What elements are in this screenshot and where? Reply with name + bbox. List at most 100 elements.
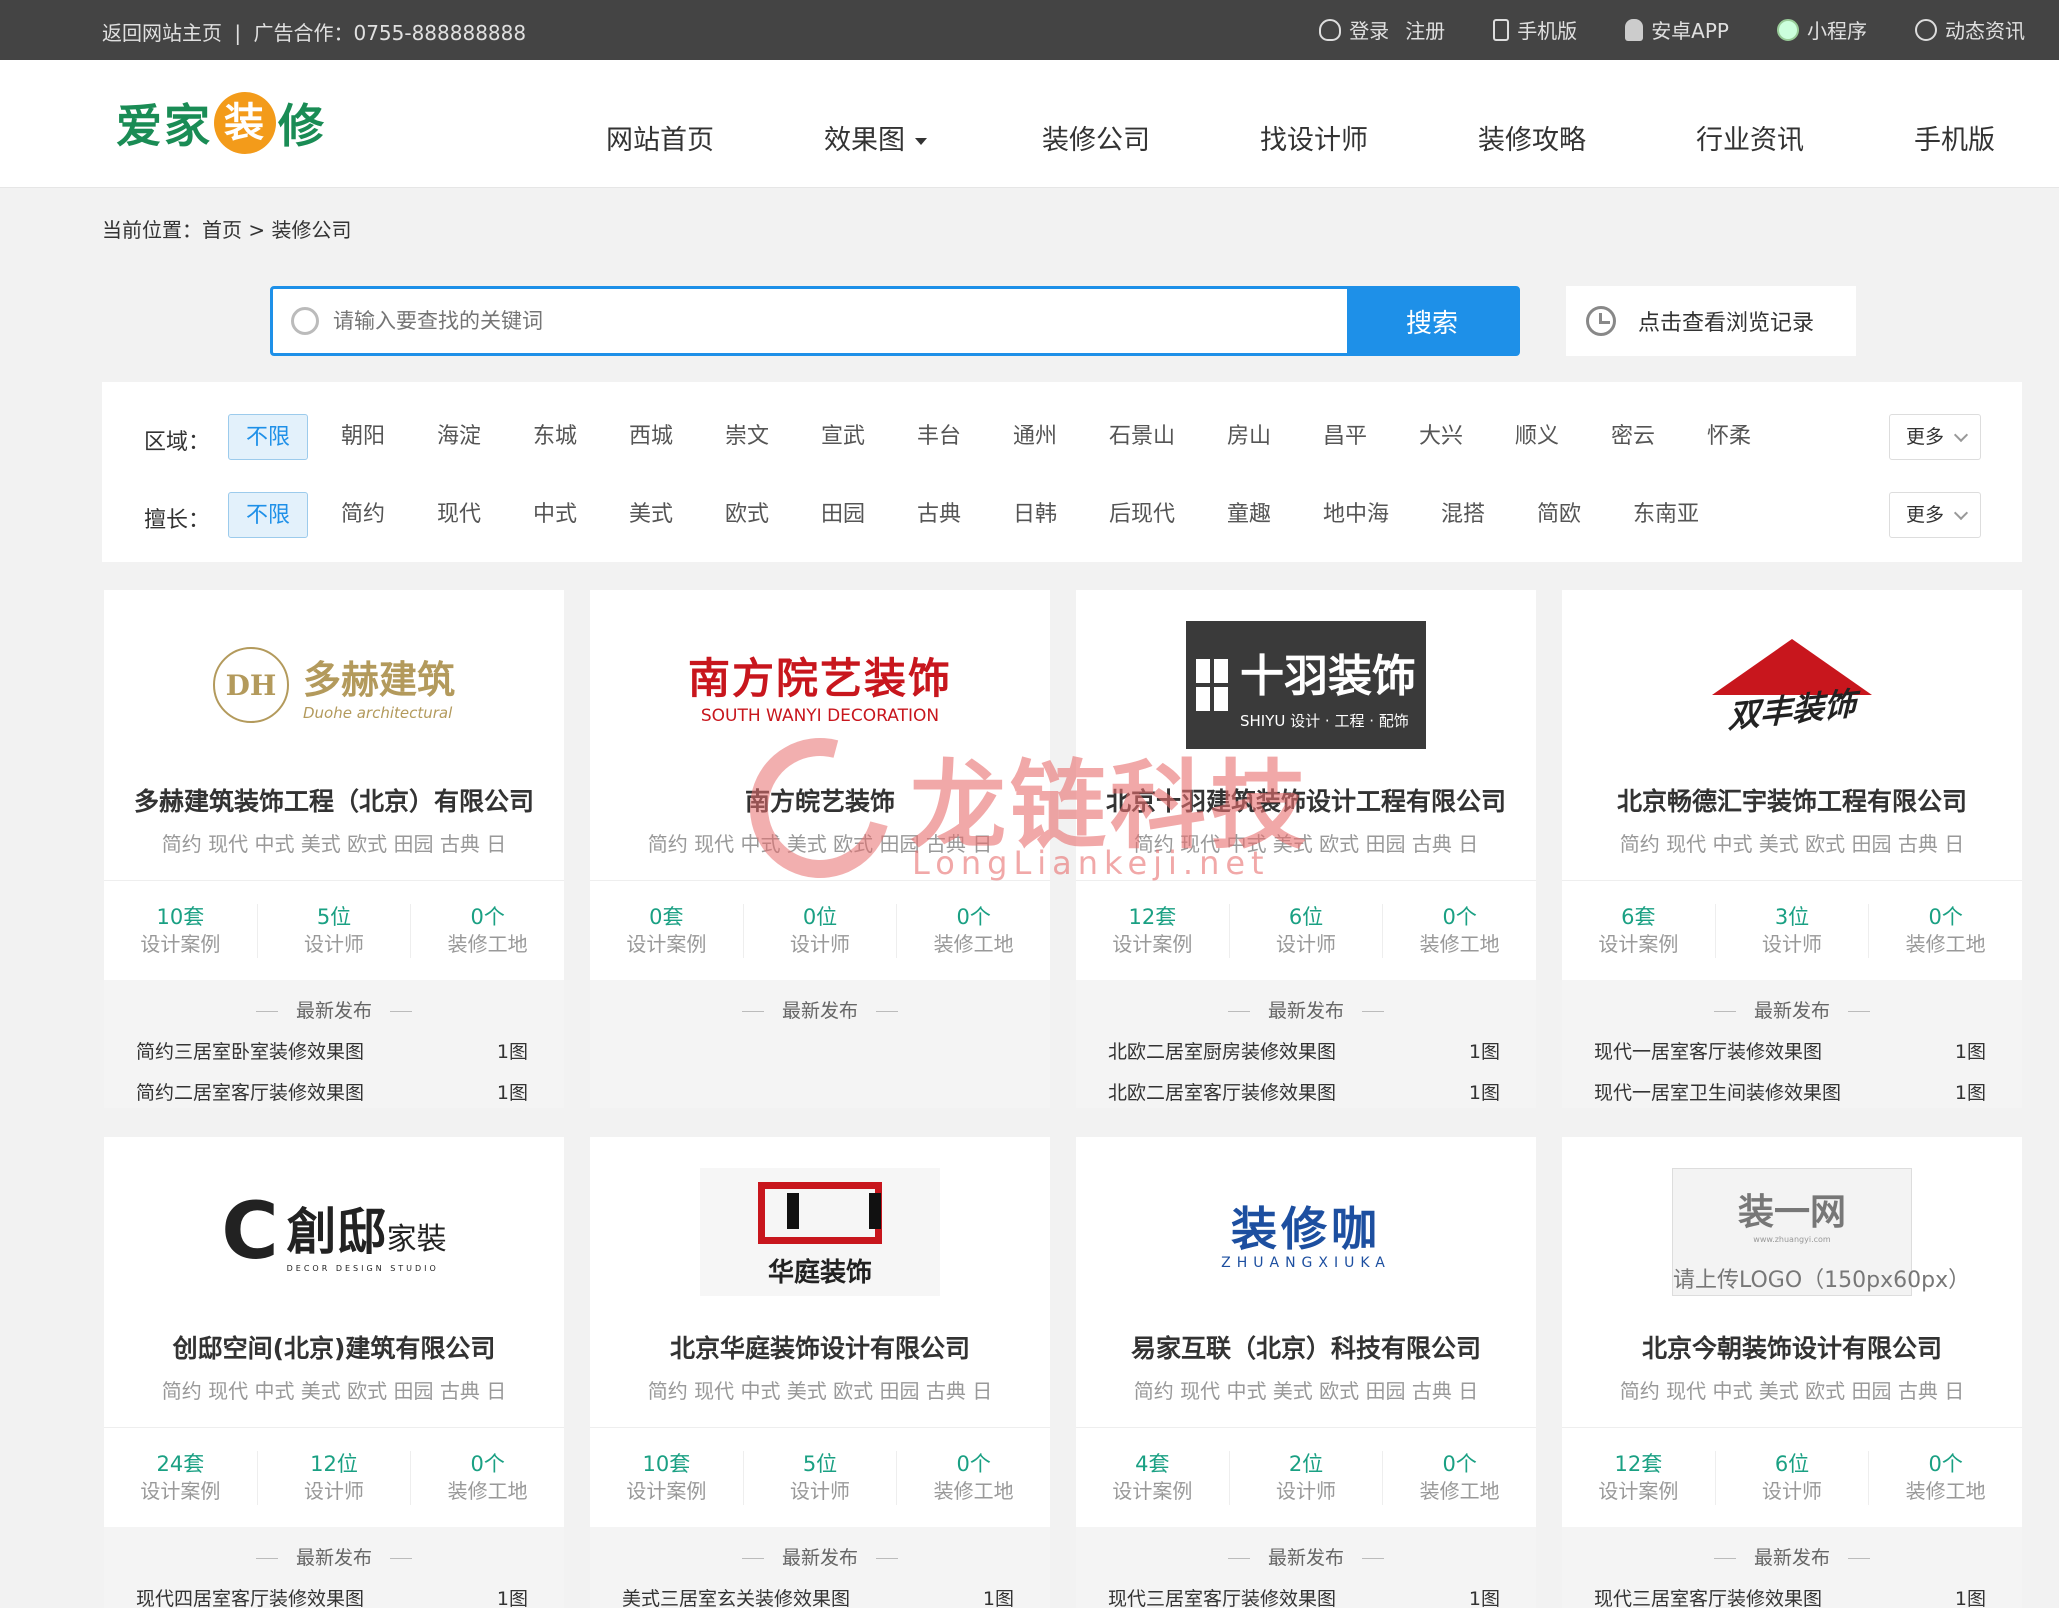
stat-cases[interactable]: 10套 设计案例 (590, 1451, 744, 1505)
region-option[interactable]: 石景山 (1109, 414, 1175, 460)
latest-item[interactable]: 简约三居室卧室装修效果图 1图 (104, 1037, 564, 1064)
specialty-option[interactable]: 混搭 (1441, 492, 1485, 538)
stat-cases[interactable]: 4套 设计案例 (1076, 1451, 1230, 1505)
company-card[interactable]: 十羽装饰 SHIYU 设计 · 工程 · 配饰 北京十羽建筑装饰设计工程有限公司… (1076, 590, 1536, 1108)
region-option[interactable]: 通州 (1013, 414, 1057, 460)
company-name[interactable]: 多赫建筑装饰工程（北京）有限公司 (104, 782, 564, 818)
region-option[interactable]: 丰台 (917, 414, 961, 460)
android-link[interactable]: 安卓APP (1625, 15, 1729, 44)
latest-item[interactable]: 北欧二居室厨房装修效果图 1图 (1076, 1037, 1536, 1064)
region-option[interactable]: 崇文 (725, 414, 769, 460)
company-name[interactable]: 北京十羽建筑装饰设计工程有限公司 (1076, 782, 1536, 818)
latest-item[interactable]: 现代四居室客厅装修效果图 1图 (104, 1584, 564, 1608)
company-card[interactable]: C 創邸家裝 DECOR DESIGN STUDIO 创邸空间(北京)建筑有限公… (104, 1137, 564, 1608)
specialty-option[interactable]: 中式 (533, 492, 577, 538)
company-name[interactable]: 南方皖艺装饰 (590, 782, 1050, 818)
stat-cases[interactable]: 6套 设计案例 (1562, 904, 1716, 958)
mobile-link[interactable]: 手机版 (1493, 15, 1577, 44)
nav-home[interactable]: 网站首页 (606, 118, 824, 157)
region-option[interactable]: 房山 (1227, 414, 1271, 460)
stat-sites[interactable]: 0个 装修工地 (897, 904, 1050, 958)
stat-cases[interactable]: 0套 设计案例 (590, 904, 744, 958)
miniprogram-link[interactable]: 小程序 (1777, 15, 1867, 44)
nav-mobile[interactable]: 手机版 (1914, 118, 1995, 157)
company-card[interactable]: 南方院艺装饰 SOUTH WANYI DECORATION 南方皖艺装饰 简约 … (590, 590, 1050, 1108)
latest-item[interactable]: 现代三居室客厅装修效果图 1图 (1562, 1584, 2022, 1608)
latest-item[interactable]: 美式三居室玄关装修效果图 1图 (590, 1584, 1050, 1608)
search-button[interactable]: 搜索 (1347, 289, 1517, 353)
breadcrumb-home[interactable]: 首页 (202, 218, 242, 242)
nav-industry-news[interactable]: 行业资讯 (1696, 118, 1914, 157)
company-logo[interactable]: 南方院艺装饰 SOUTH WANYI DECORATION (590, 620, 1050, 750)
stat-sites[interactable]: 0个 装修工地 (1383, 1451, 1536, 1505)
search-input[interactable] (333, 289, 1347, 353)
company-card[interactable]: DH 多赫建筑 Duohe architectural 多赫建筑装饰工程（北京）… (104, 590, 564, 1108)
stat-designers[interactable]: 6位 设计师 (1716, 1451, 1870, 1505)
company-card[interactable]: 华庭装饰 北京华庭装饰设计有限公司 简约 现代 中式 美式 欧式 田园 古典 日… (590, 1137, 1050, 1608)
company-logo[interactable]: 装一网 www.zhuangyi.com 请上传LOGO（150px60px） (1562, 1167, 2022, 1297)
stat-cases[interactable]: 12套 设计案例 (1076, 904, 1230, 958)
region-option[interactable]: 西城 (629, 414, 673, 460)
latest-item[interactable]: 现代一居室卫生间装修效果图 1图 (1562, 1078, 2022, 1105)
specialty-option[interactable]: 童趣 (1227, 492, 1271, 538)
region-option[interactable]: 怀柔 (1707, 414, 1751, 460)
region-option[interactable]: 海淀 (437, 414, 481, 460)
company-name[interactable]: 易家互联（北京）科技有限公司 (1076, 1329, 1536, 1365)
latest-item[interactable]: 北欧二居室客厅装修效果图 1图 (1076, 1078, 1536, 1105)
company-logo[interactable]: 十羽装饰 SHIYU 设计 · 工程 · 配饰 (1076, 620, 1536, 750)
region-option[interactable]: 昌平 (1323, 414, 1367, 460)
stat-designers[interactable]: 3位 设计师 (1716, 904, 1870, 958)
stat-designers[interactable]: 2位 设计师 (1230, 1451, 1384, 1505)
specialty-option[interactable]: 欧式 (725, 492, 769, 538)
specialty-option[interactable]: 现代 (437, 492, 481, 538)
company-name[interactable]: 北京华庭装饰设计有限公司 (590, 1329, 1050, 1365)
company-logo[interactable]: 双丰装饰 (1562, 620, 2022, 750)
stat-sites[interactable]: 0个 装修工地 (411, 1451, 564, 1505)
latest-item[interactable]: 现代一居室客厅装修效果图 1图 (1562, 1037, 2022, 1064)
register-link[interactable]: 注册 (1405, 15, 1445, 44)
company-name[interactable]: 北京今朝装饰设计有限公司 (1562, 1329, 2022, 1365)
specialty-option[interactable]: 日韩 (1013, 492, 1057, 538)
region-option[interactable]: 密云 (1611, 414, 1655, 460)
company-card[interactable]: 装修咖 ZHUANGXIUKA 易家互联（北京）科技有限公司 简约 现代 中式 … (1076, 1137, 1536, 1608)
stat-cases[interactable]: 12套 设计案例 (1562, 1451, 1716, 1505)
specialty-option[interactable]: 简约 (341, 492, 385, 538)
region-option[interactable]: 大兴 (1419, 414, 1463, 460)
stat-designers[interactable]: 5位 设计师 (744, 1451, 898, 1505)
region-option[interactable]: 顺义 (1515, 414, 1559, 460)
company-logo[interactable]: DH 多赫建筑 Duohe architectural (104, 620, 564, 750)
site-logo[interactable]: 爱家 装 修 (116, 92, 326, 154)
region-option[interactable]: 朝阳 (341, 414, 385, 460)
latest-item[interactable]: 简约二居室客厅装修效果图 1图 (104, 1078, 564, 1105)
specialty-option[interactable]: 后现代 (1109, 492, 1175, 538)
company-logo[interactable]: 华庭装饰 (590, 1167, 1050, 1297)
stat-sites[interactable]: 0个 装修工地 (1869, 1451, 2022, 1505)
specialty-more-button[interactable]: 更多 (1889, 492, 1981, 538)
stat-cases[interactable]: 24套 设计案例 (104, 1451, 258, 1505)
region-option[interactable]: 东城 (533, 414, 577, 460)
browse-history-button[interactable]: 点击查看浏览记录 (1566, 286, 1856, 356)
nav-designers[interactable]: 找设计师 (1260, 118, 1478, 157)
latest-item[interactable]: 现代三居室客厅装修效果图 1图 (1076, 1584, 1536, 1608)
stat-designers[interactable]: 5位 设计师 (258, 904, 412, 958)
nav-guides[interactable]: 装修攻略 (1478, 118, 1696, 157)
specialty-option[interactable]: 不限 (228, 492, 308, 538)
stat-designers[interactable]: 0位 设计师 (744, 904, 898, 958)
specialty-option[interactable]: 田园 (821, 492, 865, 538)
specialty-option[interactable]: 简欧 (1537, 492, 1581, 538)
region-option[interactable]: 不限 (228, 414, 308, 460)
company-name[interactable]: 创邸空间(北京)建筑有限公司 (104, 1329, 564, 1365)
login-link[interactable]: 登录 (1349, 15, 1389, 44)
region-more-button[interactable]: 更多 (1889, 414, 1981, 460)
specialty-option[interactable]: 美式 (629, 492, 673, 538)
stat-sites[interactable]: 0个 装修工地 (1383, 904, 1536, 958)
stat-sites[interactable]: 0个 装修工地 (1869, 904, 2022, 958)
stat-sites[interactable]: 0个 装修工地 (411, 904, 564, 958)
nav-companies[interactable]: 装修公司 (1042, 118, 1260, 157)
company-card[interactable]: 装一网 www.zhuangyi.com 请上传LOGO（150px60px） … (1562, 1137, 2022, 1608)
company-logo[interactable]: C 創邸家裝 DECOR DESIGN STUDIO (104, 1167, 564, 1297)
specialty-option[interactable]: 地中海 (1323, 492, 1389, 538)
company-logo[interactable]: 装修咖 ZHUANGXIUKA (1076, 1167, 1536, 1297)
back-home-link[interactable]: 返回网站主页 (102, 21, 222, 45)
news-link[interactable]: 动态资讯 (1915, 15, 2025, 44)
